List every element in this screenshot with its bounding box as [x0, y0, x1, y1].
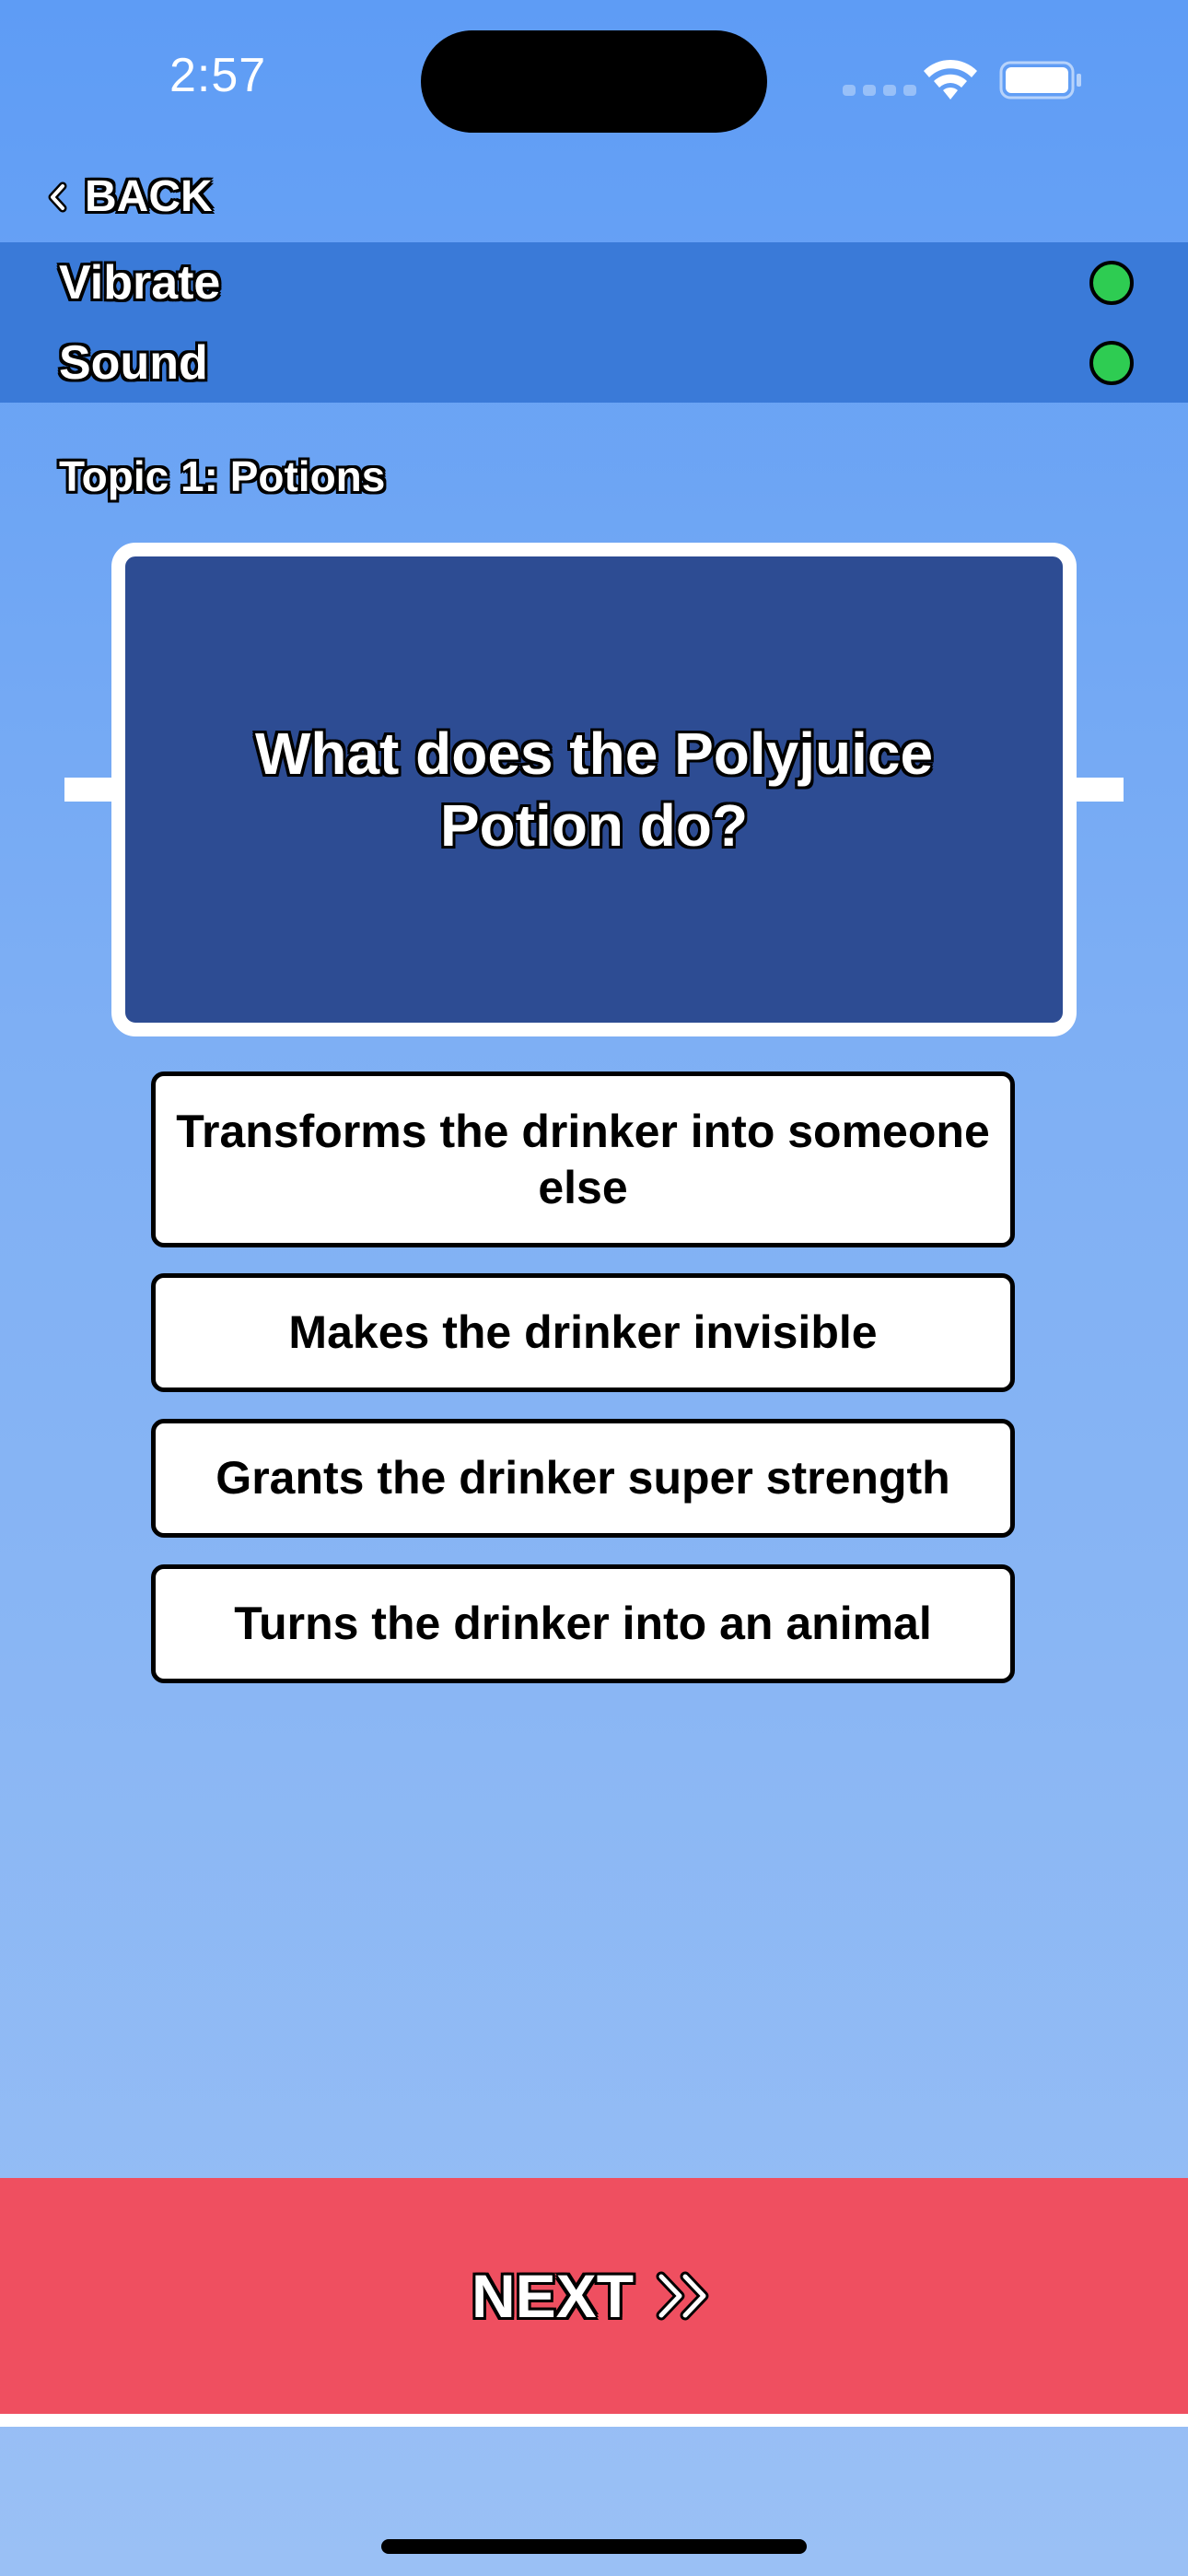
topic-label: Topic 1: Potions — [59, 452, 386, 500]
next-label: NEXT — [471, 2262, 635, 2330]
chevron-left-icon — [48, 181, 67, 212]
answer-option-1[interactable]: Transforms the drinker into someone else — [151, 1071, 1015, 1247]
card-connector-right — [1068, 778, 1124, 802]
answer-option-4[interactable]: Turns the drinker into an animal — [151, 1564, 1015, 1683]
back-button[interactable]: BACK — [44, 171, 213, 222]
vibrate-toggle[interactable] — [1089, 261, 1134, 305]
sound-toggle[interactable] — [1089, 341, 1134, 385]
setting-label-sound: Sound — [59, 336, 208, 390]
settings-panel: Vibrate Sound — [0, 242, 1188, 403]
footer-divider — [0, 2414, 1188, 2427]
question-text: What does the Polyjuice Potion do? — [254, 720, 934, 859]
setting-row-sound[interactable]: Sound — [0, 322, 1188, 403]
answer-option-2[interactable]: Makes the drinker invisible — [151, 1273, 1015, 1392]
status-time: 2:57 — [169, 49, 267, 102]
dynamic-island — [421, 30, 767, 133]
double-chevron-right-icon — [656, 2271, 709, 2321]
setting-label-vibrate: Vibrate — [59, 256, 221, 310]
setting-row-vibrate[interactable]: Vibrate — [0, 242, 1188, 322]
wifi-icon — [924, 59, 977, 100]
question-card: What does the Polyjuice Potion do? — [111, 543, 1077, 1036]
back-label: BACK — [85, 172, 213, 221]
battery-icon — [999, 61, 1081, 100]
cellular-signal-icon — [843, 85, 916, 96]
home-indicator[interactable] — [381, 2539, 807, 2554]
next-button[interactable]: NEXT — [0, 2178, 1188, 2414]
answer-option-3[interactable]: Grants the drinker super strength — [151, 1419, 1015, 1538]
